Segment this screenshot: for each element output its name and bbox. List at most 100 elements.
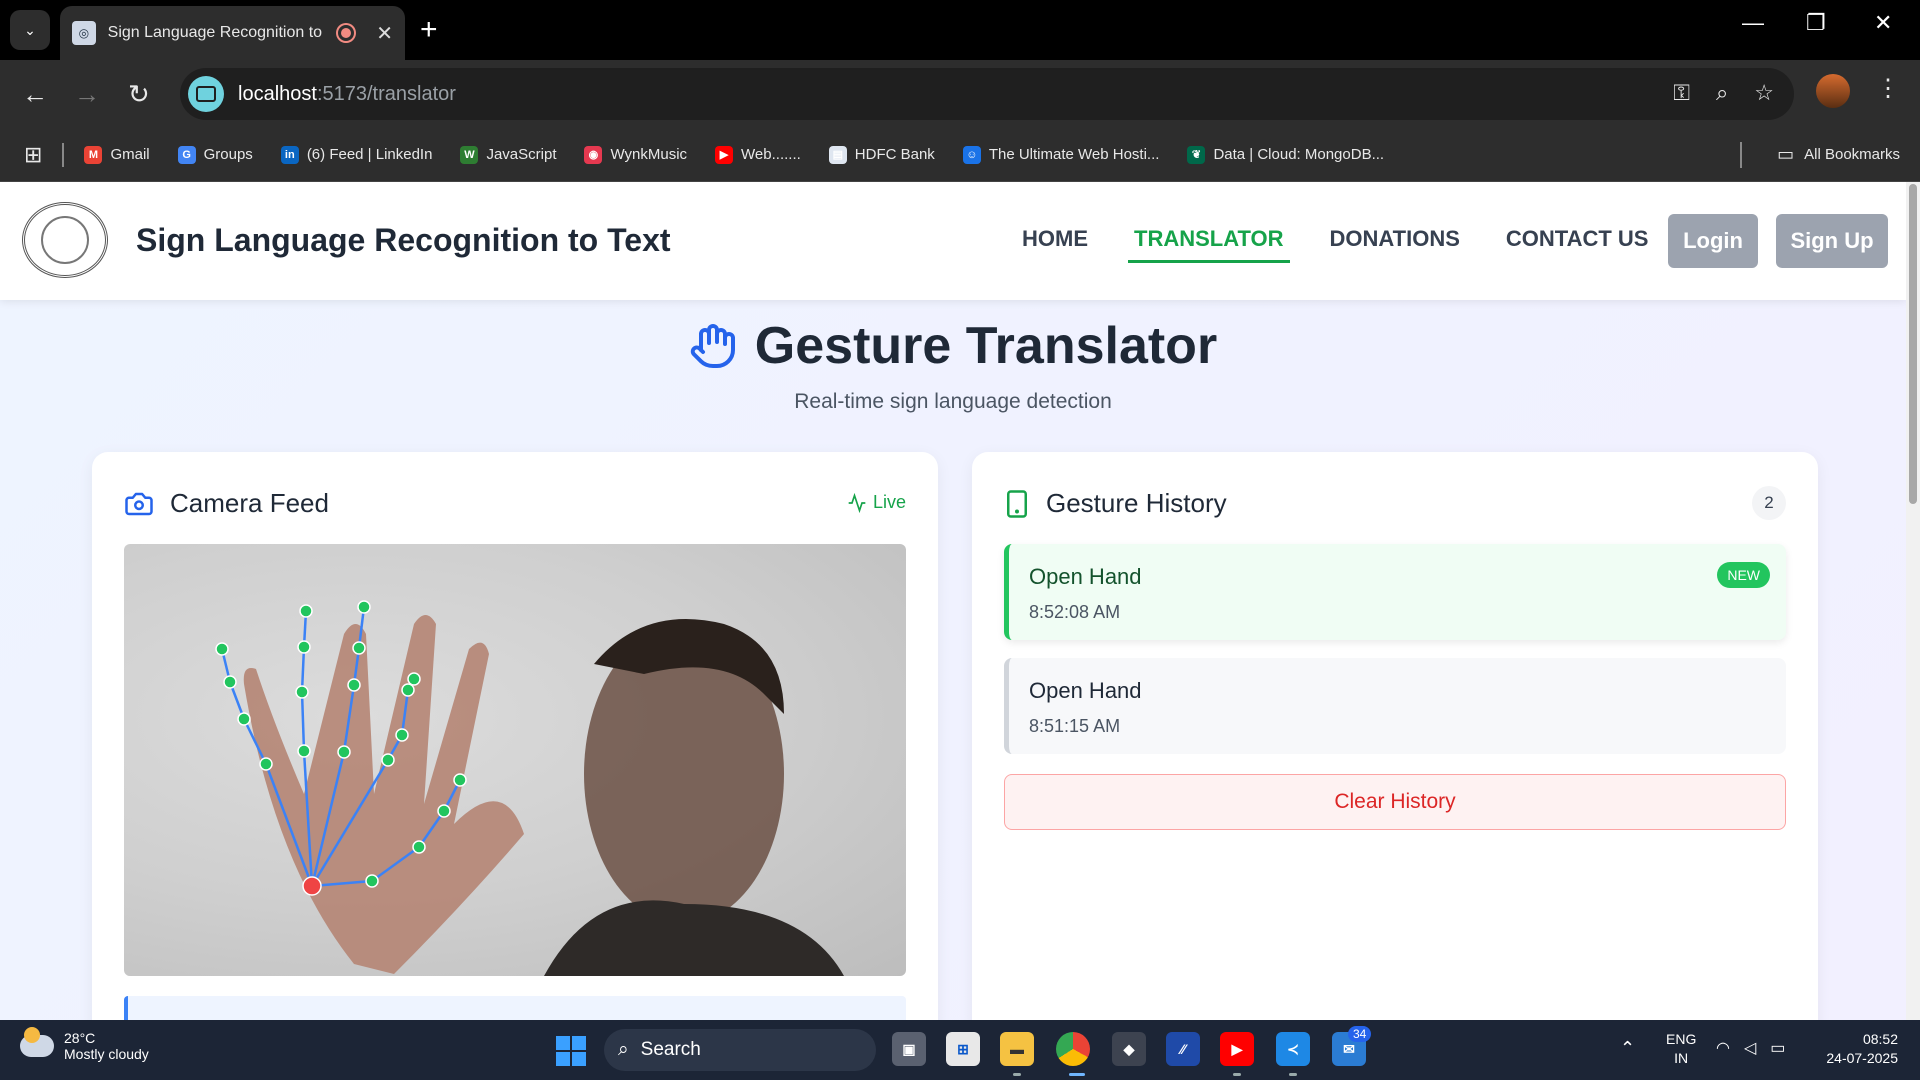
smartphone-icon xyxy=(1007,489,1027,518)
bookmark-label: Data | Cloud: MongoDB... xyxy=(1213,146,1385,163)
history-timestamp: 8:51:15 AM xyxy=(1029,716,1121,736)
bookmark-favicon-icon: ▶ xyxy=(715,145,734,164)
volume-icon: ◁ xyxy=(1743,1040,1757,1057)
tab-title: Sign Language Recognition to Te xyxy=(107,24,325,41)
address-bar[interactable]: localhost:5173/translator ⚿ ⌕ ☆ xyxy=(180,68,1794,120)
landmark-point xyxy=(347,678,361,692)
clock-date: 24-07-2025 xyxy=(1826,1050,1898,1066)
tab-close-icon[interactable]: ✕ xyxy=(376,21,393,46)
bookmark-item[interactable]: W JavaScript xyxy=(460,145,556,164)
bookmark-label: Gmail xyxy=(110,146,150,163)
live-indicator: Live xyxy=(847,492,906,513)
notification-count-badge: 34 xyxy=(1348,1026,1372,1042)
site-navbar: Sign Language Recognition to Text HOME T… xyxy=(0,182,1906,300)
all-bookmarks-button[interactable]: ▭ All Bookmarks xyxy=(1777,144,1900,165)
bookmark-item[interactable]: ❦ Data | Cloud: MongoDB... xyxy=(1187,145,1385,164)
azure-icon[interactable]: ⁄⁄ xyxy=(1166,1032,1200,1066)
github-desktop-icon[interactable]: ◆ xyxy=(1112,1032,1146,1066)
weather-widget[interactable]: 28°C Mostly cloudy xyxy=(20,1027,149,1062)
all-bookmarks-label: All Bookmarks xyxy=(1804,146,1900,163)
running-indicator xyxy=(1013,1073,1021,1076)
history-gesture-name: Open Hand xyxy=(1029,564,1142,589)
active-tab[interactable]: ◎ Sign Language Recognition to Te ✕ xyxy=(60,6,405,60)
reload-icon[interactable]: ↻ xyxy=(128,78,150,110)
landmark-point xyxy=(412,840,426,854)
nav-link-contact-us[interactable]: CONTACT US xyxy=(1506,226,1649,263)
landmark-point xyxy=(237,712,251,726)
bookmark-item[interactable]: ▶ Web....... xyxy=(715,145,801,164)
hand-silhouette xyxy=(243,615,524,974)
nav-link-home[interactable]: HOME xyxy=(1022,226,1088,263)
file-explorer-icon[interactable]: ▬ xyxy=(1000,1032,1034,1066)
bookmark-favicon-icon: M xyxy=(84,145,103,164)
landmark-point xyxy=(395,728,409,742)
language-indicator[interactable]: ENG IN xyxy=(1666,1030,1696,1068)
browser-toolbar: ← → ↻ localhost:5173/translator ⚿ ⌕ ☆ ⋮ xyxy=(0,60,1920,128)
active-indicator xyxy=(1069,1073,1085,1076)
bookmark-label: (6) Feed | LinkedIn xyxy=(306,146,433,163)
page-scrollbar[interactable] xyxy=(1906,182,1920,1020)
web-page: Sign Language Recognition to Text HOME T… xyxy=(0,182,1906,1020)
bookmark-star-icon[interactable]: ☆ xyxy=(1754,80,1774,106)
site-brand[interactable]: Sign Language Recognition to Text xyxy=(136,222,671,259)
windows-start-icon[interactable] xyxy=(556,1036,586,1066)
back-arrow-icon[interactable]: ← xyxy=(22,78,48,110)
landmark-point xyxy=(297,640,311,654)
bookmark-item[interactable]: ▤ HDFC Bank xyxy=(828,145,935,164)
running-indicator xyxy=(1233,1073,1241,1076)
scrollbar-thumb[interactable] xyxy=(1909,184,1917,504)
site-logo[interactable] xyxy=(22,202,108,278)
taskbar-search[interactable]: ⌕ Search xyxy=(604,1029,876,1071)
bookmark-favicon-icon: ▤ xyxy=(828,145,847,164)
bookmark-item[interactable]: ☺ The Ultimate Web Hosti... xyxy=(962,145,1159,164)
close-window-icon[interactable]: ✕ xyxy=(1874,10,1892,36)
system-tray[interactable]: ◠ ◁ ▭ xyxy=(1716,1038,1785,1058)
landmark-point xyxy=(453,773,467,787)
nav-link-translator[interactable]: TRANSLATOR xyxy=(1128,226,1290,263)
camera-frame xyxy=(215,600,844,976)
task-view-icon[interactable]: ▣ xyxy=(892,1032,926,1066)
password-key-icon[interactable]: ⚿ xyxy=(1673,80,1690,106)
minimize-window-icon[interactable]: — xyxy=(1742,10,1764,36)
profile-avatar[interactable] xyxy=(1816,74,1850,108)
site-favicon-icon: ◎ xyxy=(72,21,96,45)
tab-search-button[interactable]: ⌄ xyxy=(10,10,50,50)
detection-status-panel xyxy=(124,996,906,1020)
forward-arrow-icon[interactable]: → xyxy=(74,78,100,110)
login-button[interactable]: Login xyxy=(1668,214,1758,268)
bookmark-label: WynkMusic xyxy=(610,146,688,163)
new-tab-button[interactable]: + xyxy=(420,12,438,48)
restore-window-icon[interactable]: ❐ xyxy=(1806,10,1826,36)
browser-menu-icon[interactable]: ⋮ xyxy=(1876,74,1900,103)
youtube-icon[interactable]: ▶ xyxy=(1220,1032,1254,1066)
signup-button[interactable]: Sign Up xyxy=(1776,214,1888,268)
bookmark-item[interactable]: in (6) Feed | LinkedIn xyxy=(280,145,433,164)
bookmark-item[interactable]: ◉ WynkMusic xyxy=(584,145,688,164)
apps-grid-icon[interactable]: ⊞ xyxy=(24,142,42,168)
bookmarks-bar: ⊞ M Gmail G Groups in (6) Feed | LinkedIn W Jav… xyxy=(0,128,1920,182)
bookmark-item[interactable]: G Groups xyxy=(177,145,253,164)
bookmarks-divider xyxy=(62,142,65,167)
nav-link-donations[interactable]: DONATIONS xyxy=(1330,226,1460,263)
system-clock[interactable]: 08:52 24-07-2025 xyxy=(1818,1030,1898,1068)
history-item[interactable]: Open Hand 8:52:08 AM NEW xyxy=(1004,544,1786,640)
search-icon: ⌕ xyxy=(618,1039,629,1060)
camera-in-use-icon[interactable] xyxy=(188,76,224,112)
microsoft-store-icon[interactable]: ⊞ xyxy=(946,1032,980,1066)
folder-icon: ▭ xyxy=(1777,144,1795,164)
landmark-point xyxy=(407,672,421,686)
recording-indicator-icon xyxy=(336,23,357,43)
weather-temp: 28°C xyxy=(64,1030,96,1046)
bookmark-favicon-icon: W xyxy=(460,145,479,164)
gesture-history-title: Gesture History xyxy=(1046,488,1227,518)
history-count-badge: 2 xyxy=(1752,486,1786,520)
show-hidden-icons-icon[interactable]: ⌃ xyxy=(1620,1038,1635,1059)
clear-history-button[interactable]: Clear History xyxy=(1004,774,1786,830)
region-code: IN xyxy=(1674,1050,1689,1066)
vscode-icon[interactable]: ≺ xyxy=(1276,1032,1310,1066)
zoom-icon[interactable]: ⌕ xyxy=(1716,80,1728,106)
history-item[interactable]: Open Hand 8:51:15 AM xyxy=(1004,658,1786,754)
chrome-icon[interactable] xyxy=(1056,1032,1090,1066)
bookmark-item[interactable]: M Gmail xyxy=(84,145,150,164)
gesture-history-card: Gesture History 2 Open Hand 8:52:08 AM N… xyxy=(972,452,1818,1020)
